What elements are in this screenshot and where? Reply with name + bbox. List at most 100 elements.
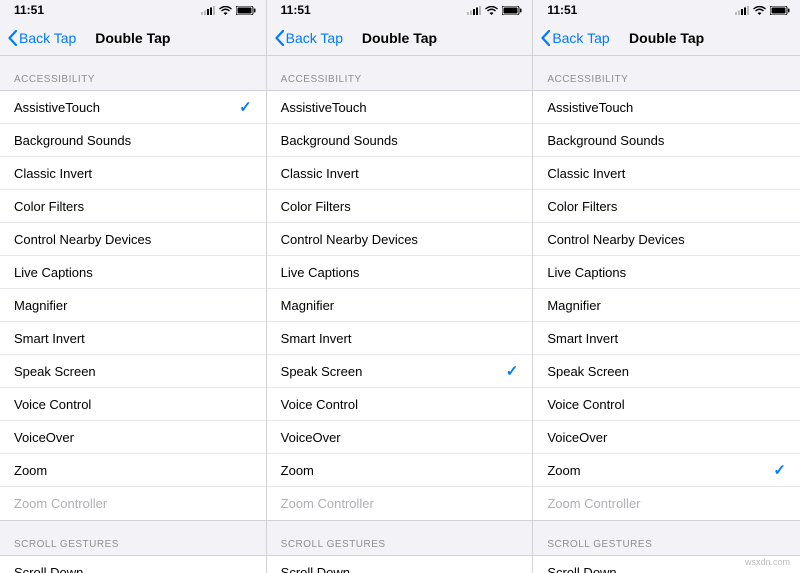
row-zoom_controller: Zoom Controller: [267, 487, 533, 520]
row-background_sounds[interactable]: Background Sounds: [267, 124, 533, 157]
row-magnifier[interactable]: Magnifier: [533, 289, 800, 322]
battery-icon: [502, 6, 522, 15]
cellular-icon: [467, 6, 481, 15]
cellular-icon: [735, 6, 749, 15]
row-label: Scroll Down: [281, 565, 350, 573]
row-label: Zoom: [547, 463, 580, 478]
row-zoom[interactable]: Zoom: [0, 454, 266, 487]
battery-icon: [236, 6, 256, 15]
row-zoom[interactable]: Zoom ✓: [533, 454, 800, 487]
section-header-accessibility: ACCESSIBILITY: [533, 56, 800, 90]
row-scroll_down[interactable]: Scroll Down: [267, 556, 533, 573]
row-label: Background Sounds: [281, 133, 398, 148]
row-label: VoiceOver: [281, 430, 341, 445]
back-button[interactable]: Back Tap: [275, 30, 343, 46]
row-voiceover[interactable]: VoiceOver: [0, 421, 266, 454]
back-label: Back Tap: [286, 30, 343, 46]
row-label: Live Captions: [14, 265, 93, 280]
row-label: Color Filters: [281, 199, 351, 214]
row-magnifier[interactable]: Magnifier: [0, 289, 266, 322]
row-label: AssistiveTouch: [547, 100, 633, 115]
row-label: Zoom Controller: [14, 496, 107, 511]
row-label: Smart Invert: [281, 331, 352, 346]
chevron-left-icon: [8, 30, 17, 46]
status-bar: 11:51: [267, 0, 533, 20]
section-header-scroll-gestures: SCROLL GESTURES: [267, 521, 533, 555]
chevron-left-icon: [275, 30, 284, 46]
row-classic_invert[interactable]: Classic Invert: [533, 157, 800, 190]
nav-bar: Back Tap Double Tap: [533, 20, 800, 56]
back-label: Back Tap: [19, 30, 76, 46]
row-label: AssistiveTouch: [281, 100, 367, 115]
group-accessibility: AssistiveTouch Background Sounds Classic…: [533, 90, 800, 521]
row-speak_screen[interactable]: Speak Screen ✓: [267, 355, 533, 388]
row-live_captions[interactable]: Live Captions: [267, 256, 533, 289]
pane-2: 11:51 Back Tap Double Tap ACCESSIBILITY …: [533, 0, 800, 573]
row-label: Scroll Down: [14, 565, 83, 573]
nav-bar: Back Tap Double Tap: [267, 20, 533, 56]
status-icons: [735, 6, 790, 15]
row-smart_invert[interactable]: Smart Invert: [0, 322, 266, 355]
row-control_nearby[interactable]: Control Nearby Devices: [0, 223, 266, 256]
row-magnifier[interactable]: Magnifier: [267, 289, 533, 322]
row-scroll_down[interactable]: Scroll Down: [0, 556, 266, 573]
row-live_captions[interactable]: Live Captions: [533, 256, 800, 289]
row-voice_control[interactable]: Voice Control: [267, 388, 533, 421]
status-bar: 11:51: [0, 0, 266, 20]
row-voice_control[interactable]: Voice Control: [533, 388, 800, 421]
wifi-icon: [485, 6, 498, 15]
group-accessibility: AssistiveTouch ✓ Background Sounds Class…: [0, 90, 266, 521]
scroll-area[interactable]: ACCESSIBILITY AssistiveTouch ✓ Backgroun…: [0, 56, 266, 573]
back-button[interactable]: Back Tap: [8, 30, 76, 46]
pane-0: 11:51 Back Tap Double Tap ACCESSIBILITY …: [0, 0, 267, 573]
group-scroll-gestures: Scroll Down Scroll Up: [0, 555, 266, 573]
row-speak_screen[interactable]: Speak Screen: [533, 355, 800, 388]
watermark: wsxdn.com: [745, 557, 790, 567]
row-label: Live Captions: [281, 265, 360, 280]
row-label: Voice Control: [547, 397, 624, 412]
row-label: Magnifier: [547, 298, 600, 313]
row-color_filters[interactable]: Color Filters: [0, 190, 266, 223]
row-zoom_controller: Zoom Controller: [533, 487, 800, 520]
section-header-scroll-gestures: SCROLL GESTURES: [0, 521, 266, 555]
back-button[interactable]: Back Tap: [541, 30, 609, 46]
status-icons: [467, 6, 522, 15]
row-voiceover[interactable]: VoiceOver: [533, 421, 800, 454]
row-voiceover[interactable]: VoiceOver: [267, 421, 533, 454]
row-control_nearby[interactable]: Control Nearby Devices: [267, 223, 533, 256]
row-label: Live Captions: [547, 265, 626, 280]
row-voice_control[interactable]: Voice Control: [0, 388, 266, 421]
row-zoom[interactable]: Zoom: [267, 454, 533, 487]
row-label: VoiceOver: [547, 430, 607, 445]
row-classic_invert[interactable]: Classic Invert: [0, 157, 266, 190]
row-color_filters[interactable]: Color Filters: [533, 190, 800, 223]
row-speak_screen[interactable]: Speak Screen: [0, 355, 266, 388]
group-accessibility: AssistiveTouch Background Sounds Classic…: [267, 90, 533, 521]
row-classic_invert[interactable]: Classic Invert: [267, 157, 533, 190]
row-smart_invert[interactable]: Smart Invert: [267, 322, 533, 355]
row-assistivetouch[interactable]: AssistiveTouch: [267, 91, 533, 124]
row-label: Speak Screen: [14, 364, 96, 379]
scroll-area[interactable]: ACCESSIBILITY AssistiveTouch Background …: [533, 56, 800, 573]
row-label: Speak Screen: [547, 364, 629, 379]
row-color_filters[interactable]: Color Filters: [267, 190, 533, 223]
status-bar: 11:51: [533, 0, 800, 20]
row-label: Classic Invert: [14, 166, 92, 181]
row-label: Classic Invert: [281, 166, 359, 181]
row-live_captions[interactable]: Live Captions: [0, 256, 266, 289]
scroll-area[interactable]: ACCESSIBILITY AssistiveTouch Background …: [267, 56, 533, 573]
row-background_sounds[interactable]: Background Sounds: [0, 124, 266, 157]
wifi-icon: [219, 6, 232, 15]
row-smart_invert[interactable]: Smart Invert: [533, 322, 800, 355]
row-label: Color Filters: [547, 199, 617, 214]
row-assistivetouch[interactable]: AssistiveTouch: [533, 91, 800, 124]
row-label: Background Sounds: [547, 133, 664, 148]
row-label: Control Nearby Devices: [14, 232, 151, 247]
row-label: Scroll Down: [547, 565, 616, 573]
row-background_sounds[interactable]: Background Sounds: [533, 124, 800, 157]
row-label: Speak Screen: [281, 364, 363, 379]
row-label: AssistiveTouch: [14, 100, 100, 115]
section-header-accessibility: ACCESSIBILITY: [0, 56, 266, 90]
row-assistivetouch[interactable]: AssistiveTouch ✓: [0, 91, 266, 124]
row-control_nearby[interactable]: Control Nearby Devices: [533, 223, 800, 256]
